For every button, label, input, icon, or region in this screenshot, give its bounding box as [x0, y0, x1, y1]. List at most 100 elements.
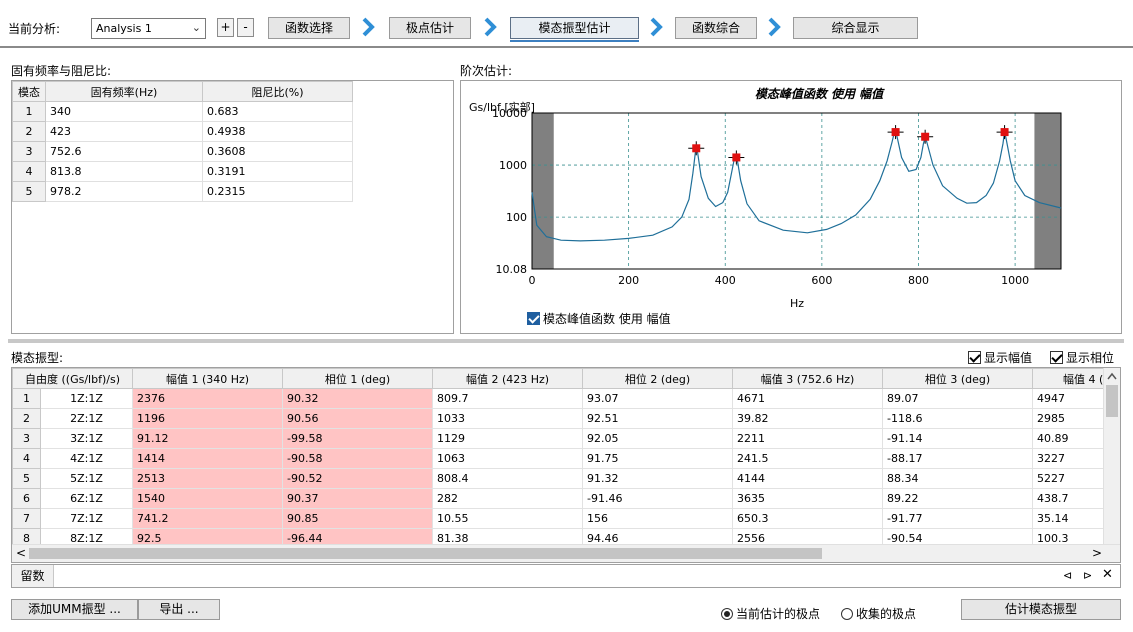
table-row[interactable]: 2 423 0.4938	[12, 121, 353, 142]
show-phase-toggle[interactable]: 显示相位	[1050, 349, 1114, 366]
scrollbar-thumb[interactable]	[29, 548, 822, 559]
table-row[interactable]: 5 5Z:1Z 2513 -90.52 808.4 91.32 4144 88.34 5227	[12, 468, 1120, 489]
table-cell[interactable]: 650.3	[732, 508, 884, 529]
table-cell[interactable]: 1129	[432, 428, 584, 449]
row-number[interactable]: 5	[12, 181, 46, 202]
table-cell[interactable]: 241.5	[732, 448, 884, 469]
dof-cell[interactable]: 3Z:1Z	[39, 428, 134, 449]
next-icon[interactable]: ⊳	[1083, 569, 1092, 582]
column-header[interactable]: 相位 3 (deg)	[882, 368, 1034, 389]
scroll-right-icon[interactable]: >	[1092, 546, 1102, 560]
table-cell[interactable]: 90.85	[282, 508, 434, 529]
table-cell[interactable]: 1033	[432, 408, 584, 429]
row-number[interactable]: 1	[12, 101, 46, 122]
export-button[interactable]: 导出 ...	[138, 599, 220, 620]
add-analysis-button[interactable]: +	[217, 18, 234, 37]
step-function-select[interactable]: 函数选择	[268, 17, 350, 39]
step-function-synthesis[interactable]: 函数综合	[675, 17, 757, 39]
row-number[interactable]: 3	[12, 428, 41, 449]
column-header[interactable]: 阻尼比(%)	[202, 81, 353, 102]
dof-cell[interactable]: 5Z:1Z	[39, 468, 134, 489]
legend-item[interactable]: 模态峰值函数 使用 幅值	[527, 310, 671, 327]
table-cell[interactable]: 0.683	[202, 101, 353, 122]
table-cell[interactable]: 4144	[732, 468, 884, 489]
table-cell[interactable]: -90.58	[282, 448, 434, 469]
column-header[interactable]: 相位 1 (deg)	[282, 368, 434, 389]
show-amplitude-checkbox[interactable]	[968, 351, 981, 364]
table-cell[interactable]: 282	[432, 488, 584, 509]
table-cell[interactable]: 808.4	[432, 468, 584, 489]
stability-chart[interactable]: 模态峰值函数 使用 幅值 Gs/lbf [实部] Hz 0 200 400 600 80…	[461, 81, 1121, 333]
column-header[interactable]: 幅值 1 (340 Hz)	[132, 368, 284, 389]
table-row[interactable]: 3 752.6 0.3608	[12, 141, 353, 162]
table-cell[interactable]: 0.3608	[202, 141, 353, 162]
table-cell[interactable]: 90.32	[282, 388, 434, 409]
dof-cell[interactable]: 1Z:1Z	[39, 388, 134, 409]
table-cell[interactable]: 89.22	[882, 488, 1034, 509]
table-cell[interactable]: 88.34	[882, 468, 1034, 489]
radio-current-poles[interactable]: 当前估计的极点	[721, 605, 820, 622]
table-row[interactable]: 1 340 0.683	[12, 101, 353, 122]
table-cell[interactable]: 1063	[432, 448, 584, 469]
table-cell[interactable]: -91.77	[882, 508, 1034, 529]
remove-analysis-button[interactable]: -	[237, 18, 254, 37]
table-cell[interactable]: 91.75	[582, 448, 734, 469]
table-cell[interactable]: -91.46	[582, 488, 734, 509]
column-header[interactable]: 自由度 ((Gs/lbf)/s)	[12, 368, 134, 389]
close-icon[interactable]: ✕	[1102, 567, 1113, 582]
radio-button[interactable]	[841, 608, 853, 620]
show-phase-checkbox[interactable]	[1050, 351, 1063, 364]
show-amplitude-toggle[interactable]: 显示幅值	[968, 349, 1032, 366]
legend-checkbox[interactable]	[527, 312, 540, 325]
table-cell[interactable]: 0.4938	[202, 121, 353, 142]
dof-cell[interactable]: 7Z:1Z	[39, 508, 134, 529]
table-cell[interactable]: 39.82	[732, 408, 884, 429]
scroll-up-icon[interactable]	[1107, 372, 1117, 380]
table-cell[interactable]: -118.6	[882, 408, 1034, 429]
table-cell[interactable]: 156	[582, 508, 734, 529]
table-cell[interactable]: 423	[45, 121, 203, 142]
table-cell[interactable]: 1414	[132, 448, 284, 469]
table-cell[interactable]: 741.2	[132, 508, 284, 529]
table-cell[interactable]: 91.12	[132, 428, 284, 449]
scroll-left-icon[interactable]: <	[16, 546, 26, 560]
table-cell[interactable]: 93.07	[582, 388, 734, 409]
table-cell[interactable]: 1196	[132, 408, 284, 429]
step-pole-estimation[interactable]: 极点估计	[389, 17, 471, 39]
column-header[interactable]: 模态	[12, 81, 46, 102]
table-cell[interactable]: -99.58	[282, 428, 434, 449]
table-cell[interactable]: -90.52	[282, 468, 434, 489]
previous-icon[interactable]: ⊲	[1063, 569, 1072, 582]
table-cell[interactable]: 978.2	[45, 181, 203, 202]
estimate-mode-shapes-button[interactable]: 估计模态振型	[961, 599, 1121, 620]
table-cell[interactable]: 752.6	[45, 141, 203, 162]
table-row[interactable]: 7 7Z:1Z 741.2 90.85 10.55 156 650.3 -91.77 35.14	[12, 508, 1120, 529]
table-cell[interactable]: 10.55	[432, 508, 584, 529]
dof-cell[interactable]: 2Z:1Z	[39, 408, 134, 429]
table-cell[interactable]: 92.05	[582, 428, 734, 449]
table-row[interactable]: 6 6Z:1Z 1540 90.37 282 -91.46 3635 89.22 438.7	[12, 488, 1120, 509]
table-cell[interactable]: -91.14	[882, 428, 1034, 449]
table-cell[interactable]: 2513	[132, 468, 284, 489]
table-cell[interactable]: 0.2315	[202, 181, 353, 202]
row-number[interactable]: 4	[12, 161, 46, 182]
row-number[interactable]: 2	[12, 121, 46, 142]
table-cell[interactable]: 340	[45, 101, 203, 122]
pole-marker[interactable]	[692, 144, 701, 153]
table-cell[interactable]: 809.7	[432, 388, 584, 409]
table-row[interactable]: 1 1Z:1Z 2376 90.32 809.7 93.07 4671 89.07 4947	[12, 388, 1120, 409]
row-number[interactable]: 3	[12, 141, 46, 162]
step-synthesis-display[interactable]: 综合显示	[793, 17, 918, 39]
table-cell[interactable]: 3635	[732, 488, 884, 509]
table-cell[interactable]: 2211	[732, 428, 884, 449]
pole-marker[interactable]	[1000, 128, 1009, 137]
row-number[interactable]: 4	[12, 448, 41, 469]
column-header[interactable]: 幅值 2 (423 Hz)	[432, 368, 584, 389]
row-number[interactable]: 6	[12, 488, 41, 509]
analysis-select[interactable]: Analysis 1 ⌄	[91, 18, 206, 39]
table-row[interactable]: 4 4Z:1Z 1414 -90.58 1063 91.75 241.5 -88.17 3227	[12, 448, 1120, 469]
panel-splitter[interactable]	[8, 339, 1124, 343]
radio-collected-poles[interactable]: 收集的极点	[841, 605, 916, 622]
vertical-scrollbar[interactable]	[1103, 368, 1120, 544]
table-cell[interactable]: 0.3191	[202, 161, 353, 182]
